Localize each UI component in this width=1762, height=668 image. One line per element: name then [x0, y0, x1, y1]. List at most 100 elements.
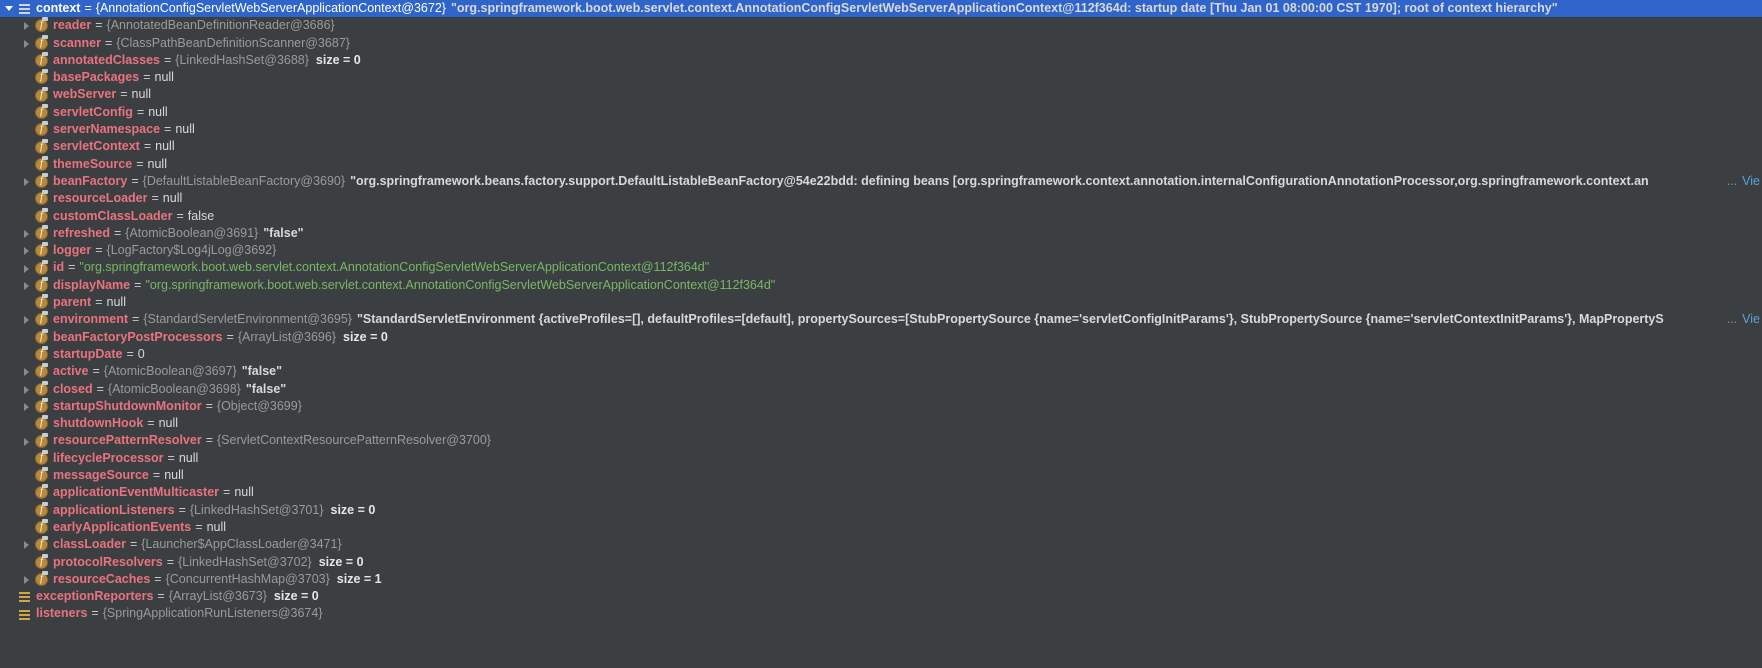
variable-row-content[interactable]: resourcePatternResolver= {ServletContextR… [0, 432, 1762, 449]
debugger-variables-panel[interactable]: context = {AnnotationConfigServletWebServe… [0, 0, 1762, 668]
variable-row[interactable]: serverNamespace=null [0, 121, 1762, 138]
variable-row-content[interactable]: beanFactoryPostProcessors={ArrayList@369… [0, 328, 1762, 346]
variable-row[interactable]: themeSource=null [0, 155, 1762, 173]
variable-row[interactable]: customClassLoader=false [0, 207, 1762, 225]
variable-row-content[interactable]: environment={StandardServletEnvironment@… [0, 311, 1762, 328]
variable-row[interactable]: beanFactoryPostProcessors={ArrayList@369… [0, 328, 1762, 346]
variable-row[interactable]: shutdownHook=null [0, 415, 1762, 432]
value-truncation-tail[interactable]: ... Vie [1724, 311, 1762, 329]
chevron-right-icon[interactable] [21, 398, 34, 415]
field-icon [34, 519, 49, 535]
variable-row-content[interactable]: webServer=null [0, 86, 1762, 103]
chevron-right-icon[interactable] [21, 277, 34, 294]
variable-row-content[interactable]: scanner={ClassPathBeanDefinitionScanner@… [0, 34, 1762, 52]
variable-row-content[interactable]: resourceCaches={ConcurrentHashMap@3703} s… [0, 570, 1762, 588]
variable-row-content[interactable]: logger={LogFactory$Log4jLog@3692} [0, 242, 1762, 259]
variable-row-content[interactable]: closed={AtomicBoolean@3698} "false" [0, 380, 1762, 398]
variable-row-content[interactable]: listeners = {SpringApplicationRunListeners… [0, 605, 1762, 622]
chevron-right-icon[interactable] [21, 260, 34, 277]
variable-row[interactable]: parent=null [0, 294, 1762, 311]
variable-value: "org.springframework.boot.web.servlet.co… [450, 1, 1558, 15]
variable-row[interactable]: id="org.springframework.boot.web.servlet… [0, 259, 1762, 276]
variable-row[interactable]: startupDate=0 [0, 346, 1762, 363]
variable-row[interactable]: messageSource=null [0, 467, 1762, 484]
variable-row[interactable]: webServer=null [0, 86, 1762, 103]
variable-row[interactable]: exceptionReporters = {ArrayList@3673} size … [0, 588, 1762, 605]
chevron-right-icon[interactable] [21, 433, 34, 450]
variable-row[interactable]: resourceCaches={ConcurrentHashMap@3703} s… [0, 570, 1762, 588]
variable-row-content[interactable]: customClassLoader=false [0, 207, 1762, 225]
variable-row-content[interactable]: earlyApplicationEvents=null [0, 519, 1762, 536]
variable-row[interactable]: servletContext=null [0, 138, 1762, 155]
variable-row[interactable]: listeners = {SpringApplicationRunListeners… [0, 605, 1762, 622]
variable-row[interactable]: resourceLoader=null [0, 190, 1762, 207]
variable-row-content[interactable]: context = {AnnotationConfigServletWebServe… [0, 0, 1762, 18]
variable-row[interactable]: scanner={ClassPathBeanDefinitionScanner@… [0, 34, 1762, 52]
chevron-right-icon[interactable] [21, 35, 34, 52]
chevron-right-icon[interactable] [21, 571, 34, 588]
variable-row[interactable]: reader={AnnotatedBeanDefinitionReader@36… [0, 17, 1762, 34]
variable-value: false [187, 208, 215, 223]
variable-row[interactable]: logger={LogFactory$Log4jLog@3692} [0, 242, 1762, 259]
variable-row[interactable]: beanFactory={DefaultListableBeanFactory@… [0, 172, 1762, 191]
variable-row-content[interactable]: startupDate=0 [0, 346, 1762, 363]
chevron-down-icon[interactable] [4, 0, 17, 17]
variable-row-content[interactable]: reader={AnnotatedBeanDefinitionReader@36… [0, 17, 1762, 34]
variable-row[interactable]: servletConfig=null [0, 103, 1762, 121]
chevron-right-icon[interactable] [21, 242, 34, 259]
view-value-link[interactable]: Vie [1742, 312, 1760, 326]
variable-row[interactable]: applicationListeners={LinkedHashSet@3701… [0, 501, 1762, 519]
value-truncation-tail[interactable]: ... Vie [1724, 172, 1762, 191]
variable-row-content[interactable]: basePackages=null [0, 69, 1762, 86]
variable-row[interactable]: active={AtomicBoolean@3697} "false" [0, 363, 1762, 380]
variable-row[interactable]: classLoader={Launcher$AppClassLoader@347… [0, 536, 1762, 553]
variable-row-content[interactable]: protocolResolvers={LinkedHashSet@3702} si… [0, 553, 1762, 571]
variable-row-content[interactable]: startupShutdownMonitor={Object@3699} [0, 397, 1762, 415]
variable-row-content[interactable]: shutdownHook=null [0, 415, 1762, 432]
variable-row-content[interactable]: classLoader={Launcher$AppClassLoader@347… [0, 536, 1762, 553]
variable-type: {Object@3699} [216, 398, 302, 413]
chevron-right-icon[interactable] [21, 381, 34, 398]
variable-row[interactable]: protocolResolvers={LinkedHashSet@3702} si… [0, 553, 1762, 571]
chevron-right-icon[interactable] [21, 536, 34, 553]
chevron-right-icon[interactable] [21, 225, 34, 242]
variable-row[interactable]: annotatedClasses={LinkedHashSet@3688} siz… [0, 52, 1762, 69]
variable-row[interactable]: applicationEventMulticaster=null [0, 484, 1762, 501]
variable-row-content[interactable]: refreshed={AtomicBoolean@3691} "false" [0, 225, 1762, 242]
equals-sign: = [152, 468, 161, 483]
variable-row-content[interactable]: applicationEventMulticaster=null [0, 484, 1762, 501]
variable-row[interactable]: context = {AnnotationConfigServletWebServe… [0, 0, 1762, 18]
variable-row-content[interactable]: displayName="org.springframework.boot.we… [0, 276, 1762, 294]
chevron-right-icon[interactable] [21, 311, 34, 328]
variable-row-content[interactable]: servletContext=null [0, 138, 1762, 155]
variable-row[interactable]: resourcePatternResolver= {ServletContextR… [0, 432, 1762, 449]
chevron-right-icon[interactable] [21, 363, 34, 380]
variable-row-content[interactable]: themeSource=null [0, 155, 1762, 173]
variable-row-content[interactable]: applicationListeners={LinkedHashSet@3701… [0, 501, 1762, 519]
variable-row[interactable]: basePackages=null [0, 69, 1762, 86]
variable-row-content[interactable]: servletConfig=null [0, 103, 1762, 121]
variable-row-content[interactable]: annotatedClasses={LinkedHashSet@3688} siz… [0, 52, 1762, 69]
chevron-right-icon[interactable] [21, 17, 34, 34]
variable-row[interactable]: refreshed={AtomicBoolean@3691} "false" [0, 225, 1762, 242]
variable-row[interactable]: closed={AtomicBoolean@3698} "false" [0, 380, 1762, 398]
variable-row[interactable]: environment={StandardServletEnvironment@… [0, 311, 1762, 329]
variable-row-content[interactable]: lifecycleProcessor=null [0, 449, 1762, 467]
view-value-link[interactable]: Vie [1742, 174, 1760, 188]
variable-row-content[interactable]: id="org.springframework.boot.web.servlet… [0, 259, 1762, 276]
list-icon [17, 1, 32, 16]
variable-row-content[interactable]: beanFactory={DefaultListableBeanFactory@… [0, 173, 1762, 190]
variable-row[interactable]: displayName="org.springframework.boot.we… [0, 276, 1762, 294]
variable-row-content[interactable]: active={AtomicBoolean@3697} "false" [0, 363, 1762, 380]
variable-row-content[interactable]: exceptionReporters = {ArrayList@3673} size … [0, 588, 1762, 605]
variable-row[interactable]: startupShutdownMonitor={Object@3699} [0, 397, 1762, 415]
variable-row-content[interactable]: messageSource=null [0, 467, 1762, 484]
chevron-right-icon[interactable] [21, 173, 34, 190]
variable-row[interactable]: earlyApplicationEvents=null [0, 519, 1762, 536]
variable-row-content[interactable]: serverNamespace=null [0, 121, 1762, 138]
variable-row[interactable]: lifecycleProcessor=null [0, 449, 1762, 467]
variable-row-content[interactable]: resourceLoader=null [0, 190, 1762, 207]
variable-row-content[interactable]: parent=null [0, 294, 1762, 311]
